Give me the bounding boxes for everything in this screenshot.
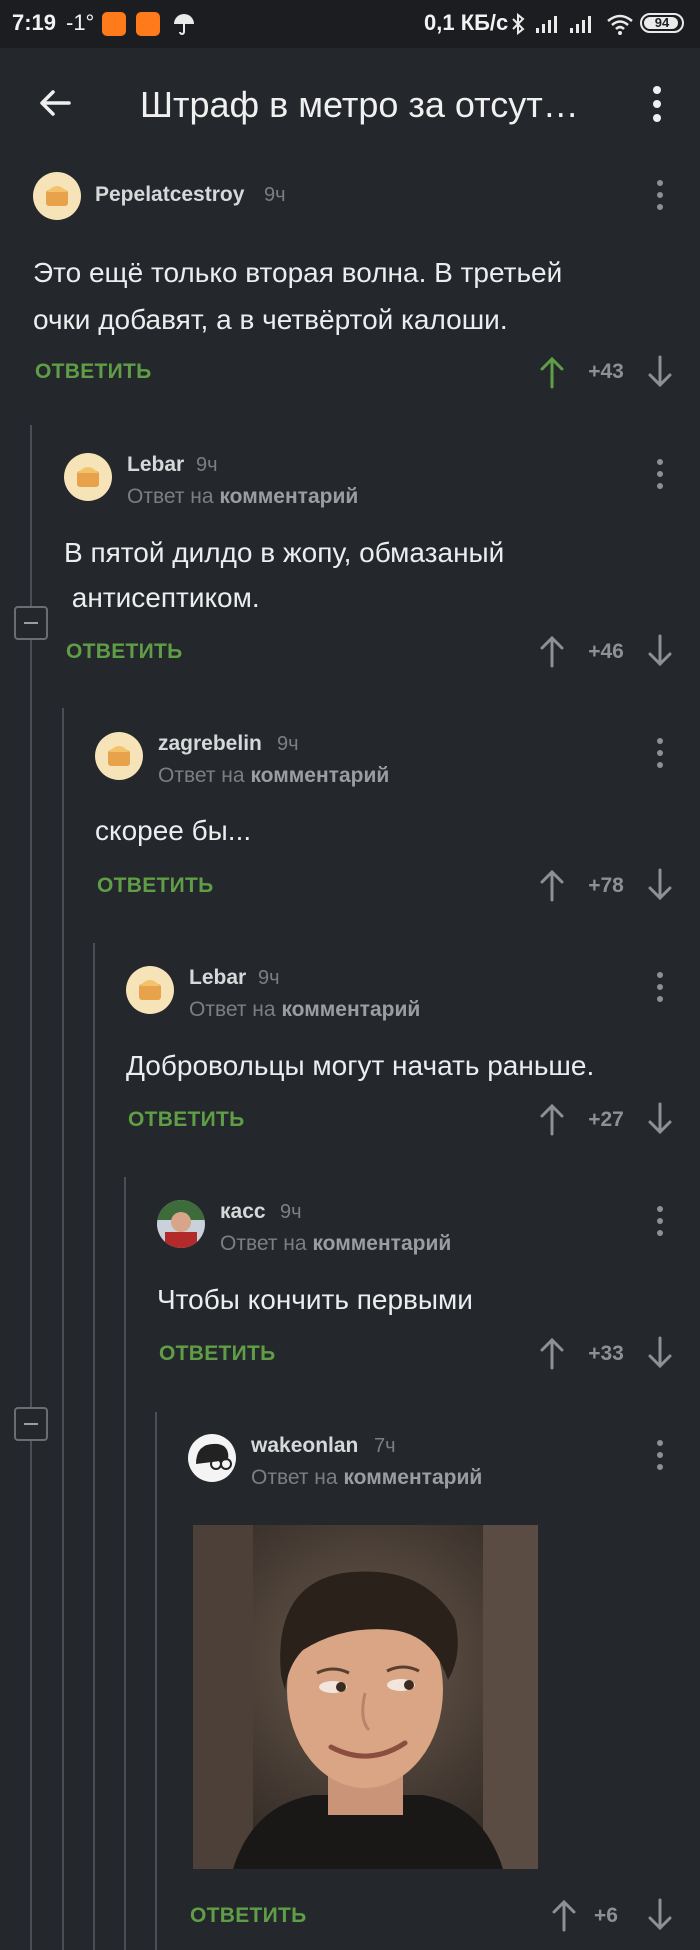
reply-button[interactable]: ОТВЕТИТЬ [159, 1342, 276, 1366]
upvote-icon[interactable] [538, 1336, 566, 1370]
comment-author[interactable]: Lebar [127, 453, 184, 477]
upvote-icon[interactable] [538, 634, 566, 668]
comment-score: +27 [588, 1108, 624, 1131]
comment-text-line: Добровольцы могут начать раньше. [126, 1050, 595, 1081]
reply-button[interactable]: ОТВЕТИТЬ [35, 360, 152, 384]
comment-time: 9ч [264, 184, 286, 206]
bluetooth-icon [512, 12, 525, 36]
thread-line [155, 1412, 157, 1950]
downvote-icon[interactable] [646, 1898, 674, 1932]
comment-time: 9ч [196, 454, 218, 476]
comment-text-line: В пятой дилдо в жопу, обмазаный [64, 537, 505, 568]
comment-score: +46 [588, 640, 624, 663]
reply-to-link[interactable]: комментарий [250, 764, 389, 787]
reply-to-label: Ответ на комментарий [189, 998, 421, 1021]
more-vertical-icon[interactable] [650, 178, 670, 212]
reply-to-link[interactable]: комментарий [281, 998, 420, 1021]
comment-time: 9ч [280, 1201, 302, 1223]
comment-text-line: скорее бы... [95, 815, 252, 846]
reply-button[interactable]: ОТВЕТИТЬ [97, 874, 214, 898]
comment-author[interactable]: касс [220, 1200, 266, 1224]
status-bar: 7:19 -1° 0,1 КБ/с 94 [0, 0, 700, 48]
more-vertical-icon[interactable] [650, 1438, 670, 1472]
reply-to-label: Ответ на комментарий [220, 1232, 452, 1255]
avatar[interactable] [126, 966, 174, 1014]
upvote-icon[interactable] [538, 868, 566, 902]
avatar[interactable] [33, 172, 81, 220]
page-title: Штраф в метро за отсут… [140, 84, 579, 125]
status-time: 7:19 [12, 10, 57, 35]
downvote-icon[interactable] [646, 1102, 674, 1136]
upvote-icon[interactable] [538, 1102, 566, 1136]
avatar[interactable] [188, 1434, 236, 1482]
comment-text-line: антисептиком. [64, 582, 260, 613]
battery-level: 94 [654, 15, 670, 30]
status-temperature: -1° [66, 10, 95, 35]
comment-score: +78 [588, 874, 624, 897]
comment-author[interactable]: wakeonlan [251, 1434, 358, 1458]
comment-author[interactable]: Lebar [189, 966, 246, 990]
signal-icon [570, 16, 591, 33]
reply-to-label: Ответ на комментарий [251, 1466, 483, 1489]
comment-author[interactable]: zagrebelin [158, 732, 262, 756]
downvote-icon[interactable] [646, 634, 674, 668]
more-vertical-icon[interactable] [650, 1204, 670, 1238]
signal-icon [536, 16, 557, 33]
umbrella-icon [174, 14, 194, 35]
arrow-left-icon[interactable] [35, 83, 75, 123]
comment-time: 9ч [258, 967, 280, 989]
comment-text-line: очки добавят, а в четвёртой калоши. [33, 304, 508, 335]
avatar[interactable] [95, 732, 143, 780]
more-vertical-icon[interactable] [650, 970, 670, 1004]
reply-to-label: Ответ на комментарий [127, 485, 359, 508]
reply-button[interactable]: ОТВЕТИТЬ [128, 1108, 245, 1132]
thread-line [124, 1177, 126, 1950]
comment-score: +43 [588, 360, 624, 383]
more-vertical-icon[interactable] [650, 736, 670, 770]
reply-to-link[interactable]: комментарий [343, 1466, 482, 1489]
reply-to-link[interactable]: комментарий [219, 485, 358, 508]
wifi-icon [607, 14, 633, 35]
reply-to-link[interactable]: комментарий [312, 1232, 451, 1255]
downvote-icon[interactable] [646, 1336, 674, 1370]
reply-button[interactable]: ОТВЕТИТЬ [190, 1904, 307, 1928]
net-speed: 0,1 КБ/с [424, 10, 509, 35]
comment-text-line: Чтобы кончить первыми [157, 1284, 473, 1315]
avatar[interactable] [64, 453, 112, 501]
collapse-thread-button[interactable] [14, 1407, 48, 1441]
reply-to-label: Ответ на комментарий [158, 764, 390, 787]
comment-time: 7ч [374, 1435, 396, 1457]
comment-image[interactable] [193, 1525, 538, 1869]
more-vertical-icon[interactable] [645, 84, 669, 124]
thread-line [30, 425, 32, 1950]
battery-icon: 94 [640, 13, 684, 33]
upvote-icon[interactable] [550, 1898, 578, 1932]
avatar[interactable] [157, 1200, 205, 1248]
more-vertical-icon[interactable] [650, 457, 670, 491]
reply-button[interactable]: ОТВЕТИТЬ [66, 640, 183, 664]
downvote-icon[interactable] [646, 868, 674, 902]
comment-score: +6 [594, 1904, 618, 1927]
notification-icon [102, 12, 126, 36]
thread-line [62, 708, 64, 1950]
comment-author[interactable]: Pepelatcestroy [95, 183, 244, 207]
comment-score: +33 [588, 1342, 624, 1365]
comment-time: 9ч [277, 733, 299, 755]
comment-text-line: Это ещё только вторая волна. В третьей [33, 257, 563, 288]
collapse-thread-button[interactable] [14, 606, 48, 640]
notification-icon [136, 12, 160, 36]
thread-line [93, 943, 95, 1950]
upvote-icon[interactable] [538, 355, 566, 389]
downvote-icon[interactable] [646, 355, 674, 389]
